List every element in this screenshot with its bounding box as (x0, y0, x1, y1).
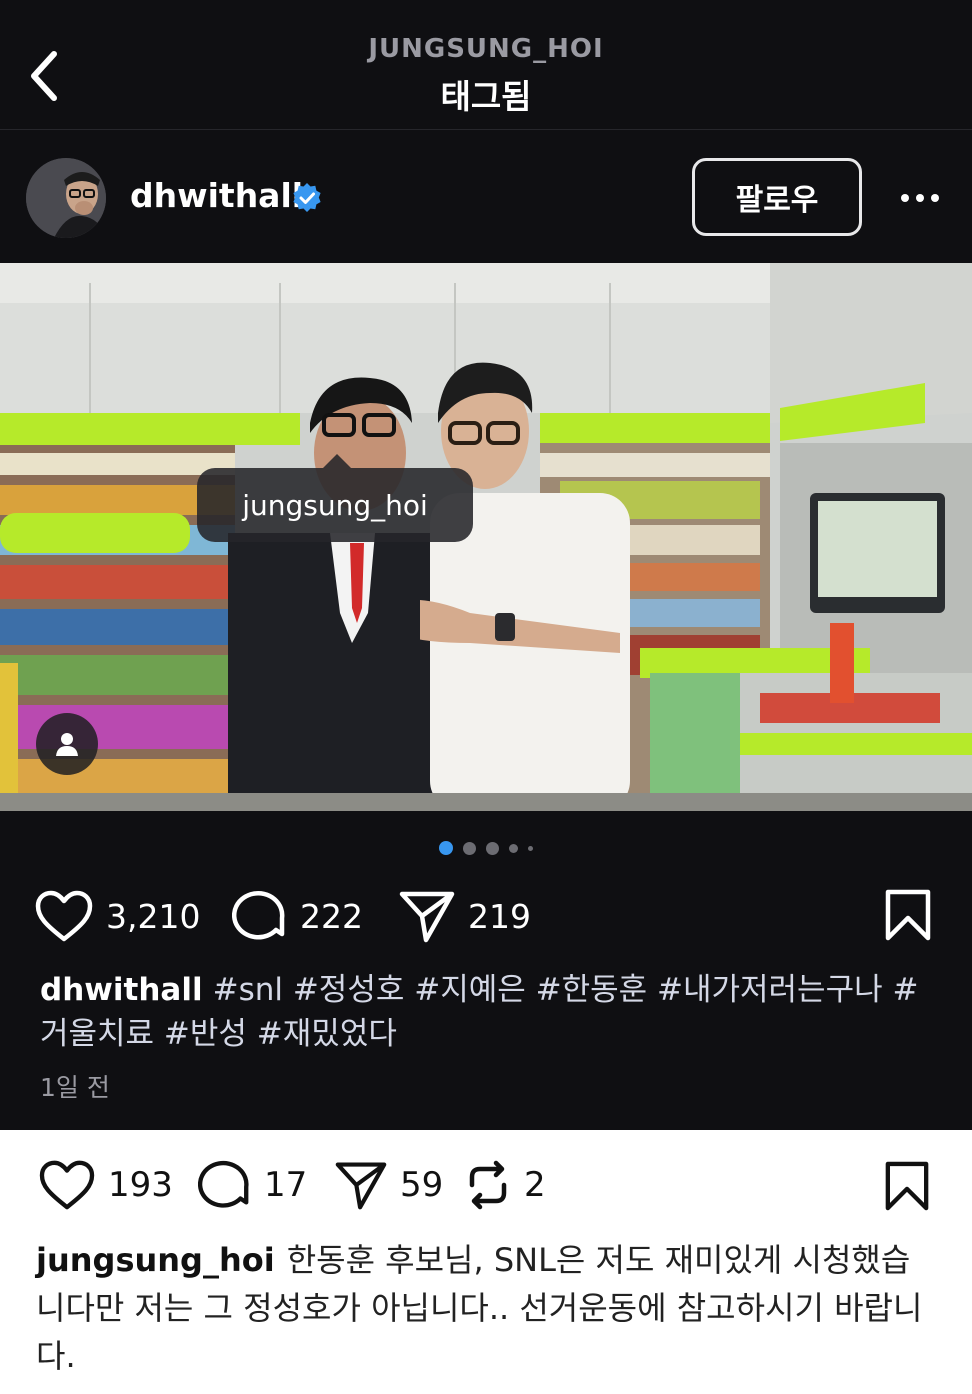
top-bar: JUNGSUNG_HOI 태그됨 (0, 0, 972, 130)
post-action-bar: 3,210 222 219 (0, 880, 972, 950)
paper-plane-icon (335, 1162, 387, 1210)
like-count: 3,210 (106, 896, 201, 936)
repost-icon (469, 1160, 507, 1210)
carousel-dot (486, 841, 499, 855)
paper-plane-icon (399, 891, 455, 943)
carousel-indicator (0, 838, 972, 858)
reply-comment-count: 17 (264, 1165, 308, 1205)
comment-button[interactable]: 222 (232, 886, 363, 946)
reply-like-button[interactable]: 193 (38, 1150, 173, 1220)
carousel-dot (509, 843, 518, 853)
author-username[interactable]: dhwithall (130, 176, 303, 215)
post-caption: dhwithall #snl #정성호 #지예은 #한동훈 #내가저러는구나 #거… (40, 968, 940, 1056)
carousel-dot (528, 845, 533, 851)
repost-button[interactable]: 2 (464, 1150, 546, 1220)
caption-username[interactable]: dhwithall (40, 972, 203, 1008)
reply-text-block: jungsung_hoi 한동훈 후보님, SNL은 저도 재미있게 시청했습니다… (36, 1236, 936, 1380)
header-username: JUNGSUNG_HOI (368, 34, 604, 64)
reply-share-button[interactable]: 59 (334, 1150, 443, 1220)
heart-icon (39, 1160, 95, 1210)
page-title: 태그됨 (440, 77, 532, 116)
tagged-users-button[interactable] (36, 713, 98, 775)
verified-badge-icon (293, 183, 321, 212)
carousel-dot (463, 841, 476, 855)
reply-comment-button[interactable]: 17 (198, 1150, 307, 1220)
reply-username[interactable]: jungsung_hoi (36, 1241, 275, 1279)
like-button[interactable]: 3,210 (34, 886, 200, 946)
heart-icon (35, 890, 93, 942)
post-photo[interactable] (0, 263, 972, 811)
person-icon (56, 733, 78, 756)
share-button[interactable]: 219 (398, 886, 531, 946)
post-timestamp: 1일 전 (40, 1073, 110, 1102)
reply-share-count: 59 (400, 1165, 444, 1205)
comment-bubble-icon (232, 891, 285, 940)
more-options-button[interactable] (890, 176, 950, 220)
author-avatar[interactable] (26, 158, 106, 238)
post-header: dhwithall 팔로우 (0, 150, 972, 246)
bookmark-icon[interactable] (884, 888, 932, 942)
comment-count: 222 (300, 896, 363, 936)
carousel-dot (439, 841, 453, 855)
comment-bubble-icon (198, 1160, 249, 1208)
bookmark-icon[interactable] (884, 1160, 930, 1212)
photo-tag-label[interactable]: jungsung_hoi (197, 454, 473, 542)
repost-count: 2 (524, 1165, 546, 1205)
share-count: 219 (468, 896, 531, 936)
reply-like-count: 193 (108, 1165, 173, 1205)
follow-button[interactable]: 팔로우 (692, 158, 862, 236)
